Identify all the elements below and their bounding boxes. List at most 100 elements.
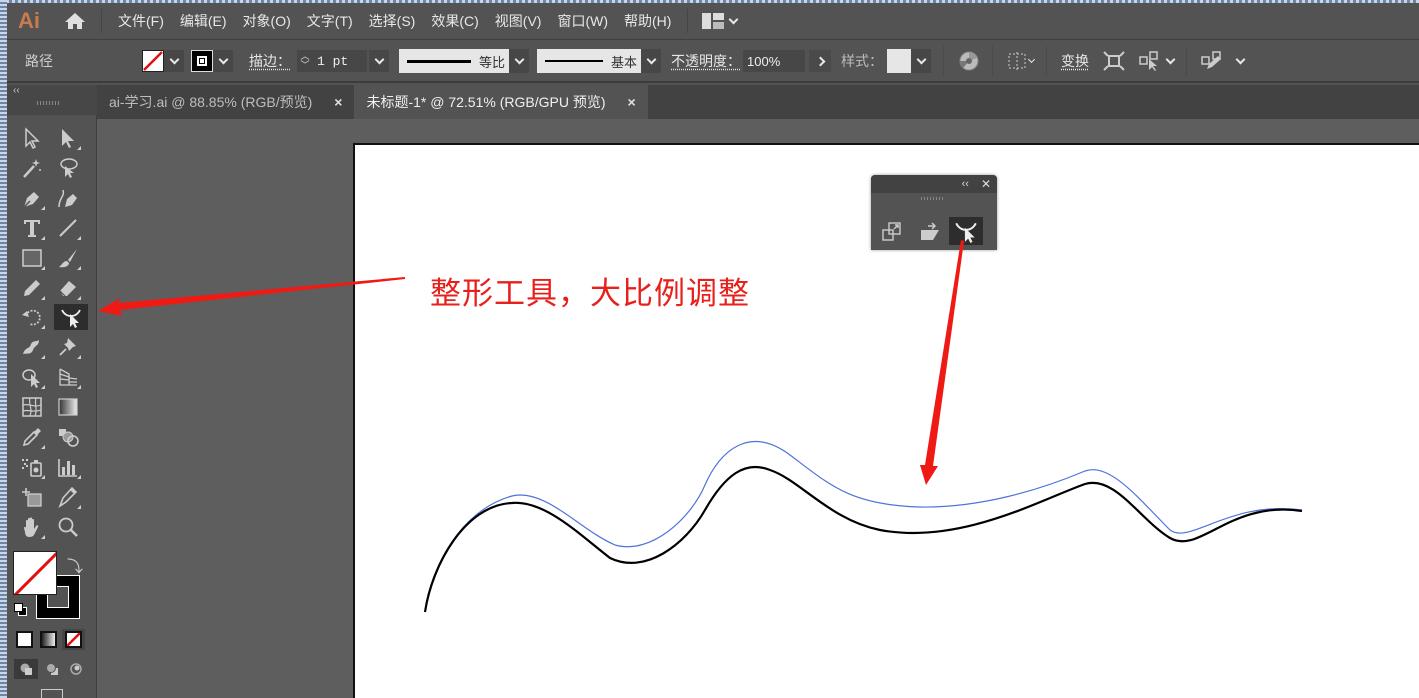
magic-wand-tool[interactable] — [18, 155, 46, 181]
eyedropper-tool[interactable] — [18, 424, 46, 450]
tools-panel: ‹‹ ⤵ — [7, 85, 97, 698]
menu-view[interactable]: 视图(V) — [495, 11, 542, 31]
type-tool[interactable] — [18, 215, 46, 241]
panel-grip[interactable] — [37, 101, 61, 105]
pencil-tool[interactable] — [18, 275, 46, 301]
stroke-swatch-dropdown[interactable] — [191, 50, 233, 72]
zoom-tool[interactable] — [54, 514, 82, 540]
screen-mode-button[interactable] — [41, 689, 63, 698]
symbol-sprayer-tool[interactable] — [18, 454, 46, 480]
close-icon[interactable]: ✕ — [981, 177, 991, 191]
panel-grip[interactable] — [921, 197, 945, 200]
lasso-tool[interactable] — [54, 155, 82, 181]
artboard-tool[interactable] — [18, 484, 46, 510]
scale-tool-button[interactable] — [875, 217, 909, 245]
rectangle-tool[interactable] — [18, 245, 46, 271]
stroke-weight-stepper[interactable]: ︿ ﹀ — [297, 50, 313, 72]
tab-label: ai-学习.ai @ 88.85% (RGB/预览) — [109, 94, 313, 110]
chevron-down-icon — [1027, 55, 1036, 63]
hand-tool[interactable] — [18, 514, 46, 540]
workspace-layout-icon — [702, 13, 725, 29]
default-fill-stroke-icon[interactable] — [14, 603, 28, 617]
reshape-tool-button[interactable] — [949, 217, 983, 245]
gradient-mode-button[interactable] — [40, 631, 57, 648]
menu-effect[interactable]: 效果(C) — [431, 11, 478, 31]
draw-inside-button[interactable] — [64, 659, 88, 679]
divider — [1186, 46, 1188, 76]
select-similar-button[interactable] — [1139, 47, 1176, 75]
chevron-down-icon[interactable] — [641, 49, 662, 73]
close-icon[interactable]: × — [628, 94, 636, 110]
align-button[interactable] — [1007, 47, 1036, 75]
document-tab-active[interactable]: 未标题-1* @ 72.51% (RGB/GPU 预览) × — [354, 85, 648, 119]
chevron-down-icon[interactable] — [509, 49, 530, 73]
opacity-expand-button[interactable] — [809, 50, 832, 72]
isolate-object-button[interactable] — [1103, 47, 1125, 75]
shape-builder-tool[interactable] — [18, 364, 46, 390]
menu-edit[interactable]: 编辑(E) — [180, 11, 227, 31]
color-wheel-icon — [959, 51, 979, 71]
none-mode-button[interactable] — [62, 629, 85, 650]
chevron-down-icon[interactable] — [213, 50, 233, 72]
document-tab[interactable]: ai-学习.ai @ 88.85% (RGB/预览) × — [97, 85, 355, 119]
direct-selection-tool[interactable] — [54, 125, 82, 151]
profile-label: 等比 — [479, 54, 506, 70]
curvature-tool[interactable] — [54, 185, 82, 211]
shear-icon — [921, 222, 939, 240]
rotate-tool[interactable] — [18, 304, 46, 330]
transform-button[interactable]: 变换 — [1061, 51, 1089, 71]
chevron-down-icon[interactable] — [164, 50, 184, 72]
recolor-artwork-button[interactable] — [958, 47, 980, 75]
opacity-input[interactable] — [743, 50, 806, 72]
reshape-tool[interactable] — [54, 304, 88, 330]
swap-fill-stroke-icon[interactable]: ⤵ — [67, 553, 83, 577]
eraser-tool[interactable] — [54, 275, 82, 301]
fill-swatch-dropdown[interactable] — [142, 50, 184, 72]
graphic-style-swatch[interactable] — [887, 49, 912, 73]
gradient-tool[interactable] — [54, 394, 82, 420]
menu-help[interactable]: 帮助(H) — [624, 11, 671, 31]
draw-normal-button[interactable] — [14, 659, 38, 679]
tools-panel-header[interactable] — [7, 85, 97, 115]
fill-swatch-large[interactable] — [13, 551, 57, 595]
brush-definition-select[interactable]: 基本 — [537, 49, 642, 73]
selection-tool[interactable] — [18, 125, 46, 151]
collapse-icon[interactable]: ‹‹ — [962, 178, 969, 190]
chevron-down-icon — [1235, 54, 1246, 64]
menu-object[interactable]: 对象(O) — [243, 11, 291, 31]
mesh-tool[interactable] — [18, 394, 46, 420]
stroke-label[interactable]: 描边： — [249, 51, 291, 71]
column-graph-tool[interactable] — [54, 454, 82, 480]
width-tool[interactable] — [18, 334, 46, 360]
pen-tool[interactable] — [18, 185, 46, 211]
home-icon[interactable] — [57, 9, 93, 33]
puppet-warp-tool[interactable] — [54, 334, 82, 360]
document-tab-bar: ai-学习.ai @ 88.85% (RGB/预览) × 未标题-1* @ 72… — [97, 85, 1419, 119]
blend-tool[interactable] — [54, 424, 82, 450]
close-icon[interactable]: × — [334, 94, 342, 110]
collapse-panel-icon[interactable]: ‹‹ — [13, 85, 20, 96]
fill-none-swatch[interactable] — [142, 50, 164, 72]
menu-type[interactable]: 文字(T) — [307, 11, 353, 31]
edit-selection-button[interactable] — [1201, 47, 1246, 75]
menu-window[interactable]: 窗口(W) — [557, 11, 608, 31]
paintbrush-tool[interactable] — [54, 245, 82, 271]
chevron-down-icon[interactable] — [911, 49, 932, 73]
color-mode-button[interactable] — [16, 631, 33, 648]
stroke-weight-input[interactable] — [313, 50, 367, 72]
opacity-label[interactable]: 不透明度： — [671, 51, 741, 71]
line-segment-tool[interactable] — [54, 215, 82, 241]
draw-behind-button[interactable] — [40, 659, 64, 679]
workspace-switcher[interactable] — [702, 13, 739, 29]
reshape-tools-floating-panel: ‹‹ ✕ — [871, 175, 997, 250]
stroke-weight-dropdown[interactable] — [369, 50, 389, 72]
perspective-grid-tool[interactable] — [54, 364, 82, 390]
shear-tool-button[interactable] — [913, 217, 947, 245]
slice-tool[interactable] — [54, 484, 82, 510]
menu-file[interactable]: 文件(F) — [118, 11, 164, 31]
variable-width-profile-select[interactable]: 等比 — [399, 49, 510, 73]
stroke-black-swatch[interactable] — [191, 50, 213, 72]
floating-panel-header[interactable]: ‹‹ ✕ — [871, 175, 997, 193]
menu-select[interactable]: 选择(S) — [369, 11, 416, 31]
annotation-text: 整形工具，大比例调整 — [430, 276, 750, 312]
